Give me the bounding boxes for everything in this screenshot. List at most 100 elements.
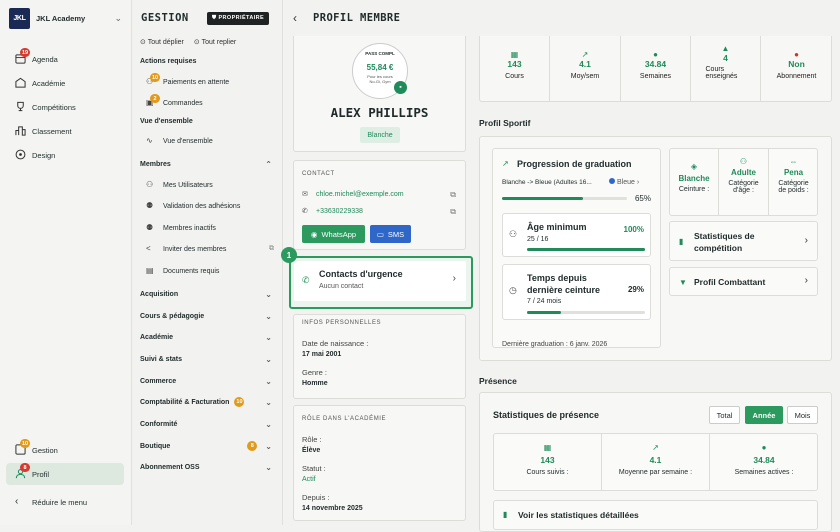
mail-icon: ✉ [302,191,308,198]
chevron-right-icon: › [804,235,808,246]
reduce-menu-button[interactable]: ‹ Réduire le menu [0,491,131,513]
belt-label: Ceinture : [678,186,710,193]
expand-all-button[interactable]: ⊙ Tout déplier [140,38,184,46]
chart-icon: ∿ [146,136,153,145]
back-arrow-icon[interactable]: ‹ [293,11,297,25]
sidebar-item-agenda[interactable]: 19 Agenda [0,48,131,70]
paiements-badge: 10 [150,73,161,82]
sidebar-item-classement[interactable]: Classement [0,120,131,142]
sidebar-item-academie[interactable]: Académie [0,72,131,94]
group-abonnement[interactable]: Abonnement OSS ⌄ [140,458,272,476]
menu-item-label: Mes Utilisateurs [163,181,213,189]
role-card: RÔLE DANS L'ACADÉMIE Rôle : Élève Statut… [293,405,466,521]
since-label: Depuis : [302,493,330,502]
tab-total[interactable]: Total [709,406,740,424]
group-acquisition[interactable]: Acquisition ⌄ [140,285,272,303]
copy-icon[interactable]: ⧉ [450,190,456,200]
agenda-badge: 19 [20,48,31,57]
award-icon: ◈ [690,162,698,171]
expand-all-label: Tout déplier [147,39,184,46]
time-fill [527,311,562,314]
sidebar-item-profil[interactable]: 8 Profil [6,463,124,485]
graduation-title: Progression de graduation [517,159,632,169]
trend-icon: ↗ [652,443,659,452]
menu-item-label: Validation des adhésions [163,202,241,210]
graduation-progress [502,197,627,200]
detailed-stats-link[interactable]: ▮ Voir les statistiques détaillées [493,500,818,530]
menu-item-label: Inviter des membres [163,245,227,253]
group-boutique[interactable]: Boutique 8 ⌄ [140,437,272,455]
academy-name: JKL Academy [36,13,86,23]
emergency-contacts-button[interactable]: ✆ Contacts d'urgence Aucun contact › [294,261,466,301]
contact-email[interactable]: chloe.michel@exemple.com [316,191,404,198]
copy-icon[interactable]: ⧉ [269,245,274,253]
weight-cell: ⇔ Pena Catégorie de poids : [769,149,818,215]
group-label: Cours & pédagogie [140,312,205,320]
phone-icon: ✆ [302,275,310,285]
group-conformite[interactable]: Conformité ⌄ [140,415,272,433]
academy-switcher[interactable]: JKL JKL Academy ⌄ [0,0,131,36]
group-comptabilite[interactable]: Comptabilité & Facturation 10 ⌄ [140,393,272,411]
sidebar-item-competitions[interactable]: Compétitions [0,96,131,118]
users-icon: ⚇ [146,180,154,189]
contact-phone[interactable]: +33630229338 [316,208,363,215]
sidebar-item-gestion[interactable]: 10 Gestion [0,439,131,461]
detailed-stats-label: Voir les statistiques détaillées [518,510,639,520]
group-academie[interactable]: Académie ⌄ [140,328,272,346]
stats-bar: ▦ 143 Cours ↗ 4.1 Moy/sem ● 34.84 Semaines ▲ 4 C… [479,36,832,102]
whatsapp-button[interactable]: ◉ WhatsApp [302,225,365,243]
group-suivi[interactable]: Suivi & stats ⌄ [140,350,272,368]
camera-icon[interactable]: ▪ [394,81,407,94]
sms-button[interactable]: ▭ SMS [370,225,411,243]
copy-icon[interactable]: ⧉ [450,207,456,217]
time-requirement: ◷ Temps depuis dernière ceinture 7 / 24 … [502,264,651,320]
graduation-panel: ↗ Progression de graduation Blanche -> B… [492,148,661,348]
presence-value: 34.84 [753,455,775,465]
members-group[interactable]: Membres ⌃ [140,155,272,173]
sidebar-item-label: Classement [32,126,72,136]
bleue-target[interactable]: Bleue › [609,178,639,186]
group-cours[interactable]: Cours & pédagogie ⌄ [140,307,272,325]
menu-item-users[interactable]: ⚇ Mes Utilisateurs [146,176,274,194]
menu-item-overview[interactable]: ∿ Vue d'ensemble [146,132,274,150]
graduation-pct: 65% [634,194,651,203]
menu-item-paiements[interactable]: ⚇ 10 Paiements en attente [146,73,274,91]
collapse-all-button[interactable]: ⊙ Tout replier [194,38,236,46]
user-x-icon: ⚉ [146,223,154,232]
sidebar-item-design[interactable]: Design [0,144,131,166]
group-label: Abonnement OSS [140,463,200,471]
x-circle-icon: ● [794,50,799,59]
whatsapp-label: WhatsApp [321,229,357,239]
building-icon [15,77,27,89]
menu-item-documents[interactable]: ▤ Documents requis [146,262,274,280]
trend-icon: ↗ [581,50,589,59]
menu-item-validation[interactable]: ⚉ Validation des adhésions [146,197,274,215]
tab-annee[interactable]: Année [745,406,783,424]
status-label: Statut : [302,464,326,473]
chevron-right-icon: › [804,275,808,286]
group-label: Comptabilité & Facturation [140,398,230,406]
dumbbell-icon: ⇔ [789,157,798,166]
stat-label: Cours [505,73,524,80]
menu-item-inactive[interactable]: ⚉ Membres inactifs [146,219,274,237]
user-icon: ⚇ [509,229,518,239]
stat-semaines: ● 34.84 Semaines [621,36,691,102]
fighter-profile-link[interactable]: ▼ Profil Combattant › [669,267,818,296]
user-icon: 8 [15,463,30,480]
menu-item-label: Paiements en attente [163,78,230,86]
time-progress [527,311,645,314]
emergency-subtitle: Aucun contact [319,283,364,290]
presence-semaines: ● 34.84 Semaines actives : [710,434,818,490]
phone-icon: ✆ [302,208,308,215]
fighter-label: Profil Combattant [694,277,766,287]
menu-item-invite[interactable]: < Inviter des membres ⧉ [146,240,274,258]
belt-value: Blanche [678,174,710,183]
menu-item-commandes[interactable]: ▣ 2 Commandes [146,94,274,112]
competition-label-2: compétition [694,243,743,253]
tab-mois[interactable]: Mois [787,406,818,424]
gender-value: Homme [302,380,328,387]
competition-stats-link[interactable]: ▮ Statistiques de compétition › [669,221,818,261]
target-belt: Bleue [617,179,635,186]
group-commerce[interactable]: Commerce ⌄ [140,372,272,390]
calendar-icon: ▦ [543,443,552,452]
